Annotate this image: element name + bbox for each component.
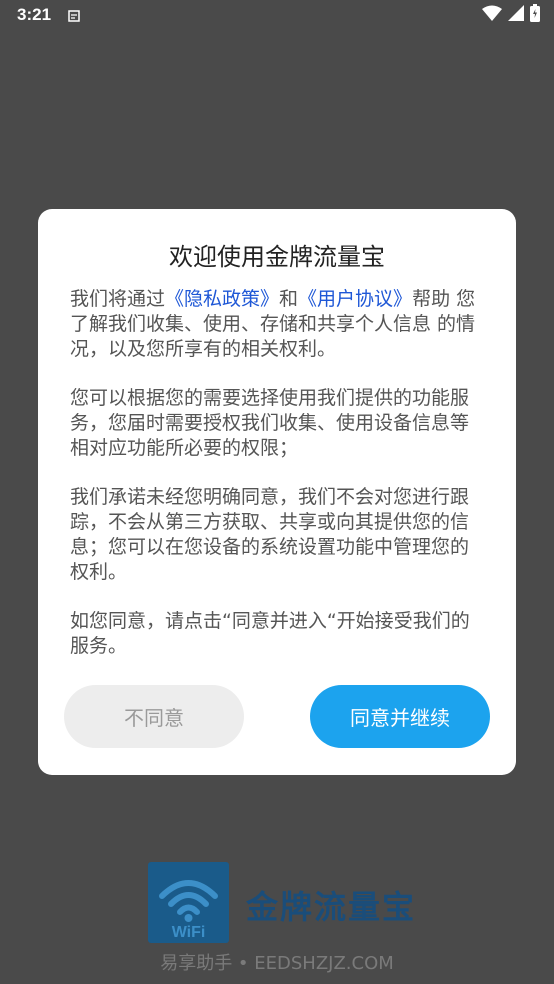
intro-text-and: 和 <box>279 288 299 310</box>
paragraph-consent: 如您同意，请点击“同意并进入“开始接受我们的服务。 <box>70 610 470 657</box>
paragraph-permissions: 您可以根据您的需要选择使用我们提供的功能服务，您届时需要授权我们收集、使用设备信… <box>70 387 470 459</box>
status-bar: 3:21 <box>0 0 554 32</box>
intro-text-before: 我们将通过 <box>70 288 166 310</box>
dialog-body: 我们将通过《隐私政策》和《用户协议》帮助 您了解我们收集、使用、存储和共享个人信… <box>70 287 486 683</box>
paragraph-intro: 我们将通过《隐私政策》和《用户协议》帮助 您了解我们收集、使用、存储和共享个人信… <box>70 287 486 362</box>
battery-icon <box>530 4 540 26</box>
brand-block: WiFi 金牌流量宝 <box>148 862 418 944</box>
paragraph-commitment: 我们承诺未经您明确同意，我们不会对您进行跟踪，不会从第三方获取、共享或向其提供您… <box>70 486 470 583</box>
notification-icon <box>66 8 82 22</box>
disagree-button[interactable]: 不同意 <box>64 685 244 748</box>
brand-name: 金牌流量宝 <box>246 888 417 926</box>
brand-footer: 易享助手 • EEDSHZJZ.COM <box>160 953 394 974</box>
status-time: 3:21 <box>17 5 52 24</box>
logo-wifi-text: WiFi <box>172 924 206 941</box>
privacy-policy-link[interactable]: 《隐私政策》 <box>165 288 279 310</box>
privacy-dialog: 欢迎使用金牌流量宝 我们将通过《隐私政策》和《用户协议》帮助 您了解我们收集、使… <box>38 209 516 775</box>
user-agreement-link[interactable]: 《用户协议》 <box>298 288 412 310</box>
signal-icon <box>508 5 524 25</box>
wifi-logo-icon: WiFi <box>148 862 229 943</box>
dialog-title: 欢迎使用金牌流量宝 <box>169 243 385 271</box>
status-icons <box>482 4 540 26</box>
agree-continue-button[interactable]: 同意并继续 <box>310 685 490 748</box>
wifi-icon <box>482 5 502 25</box>
